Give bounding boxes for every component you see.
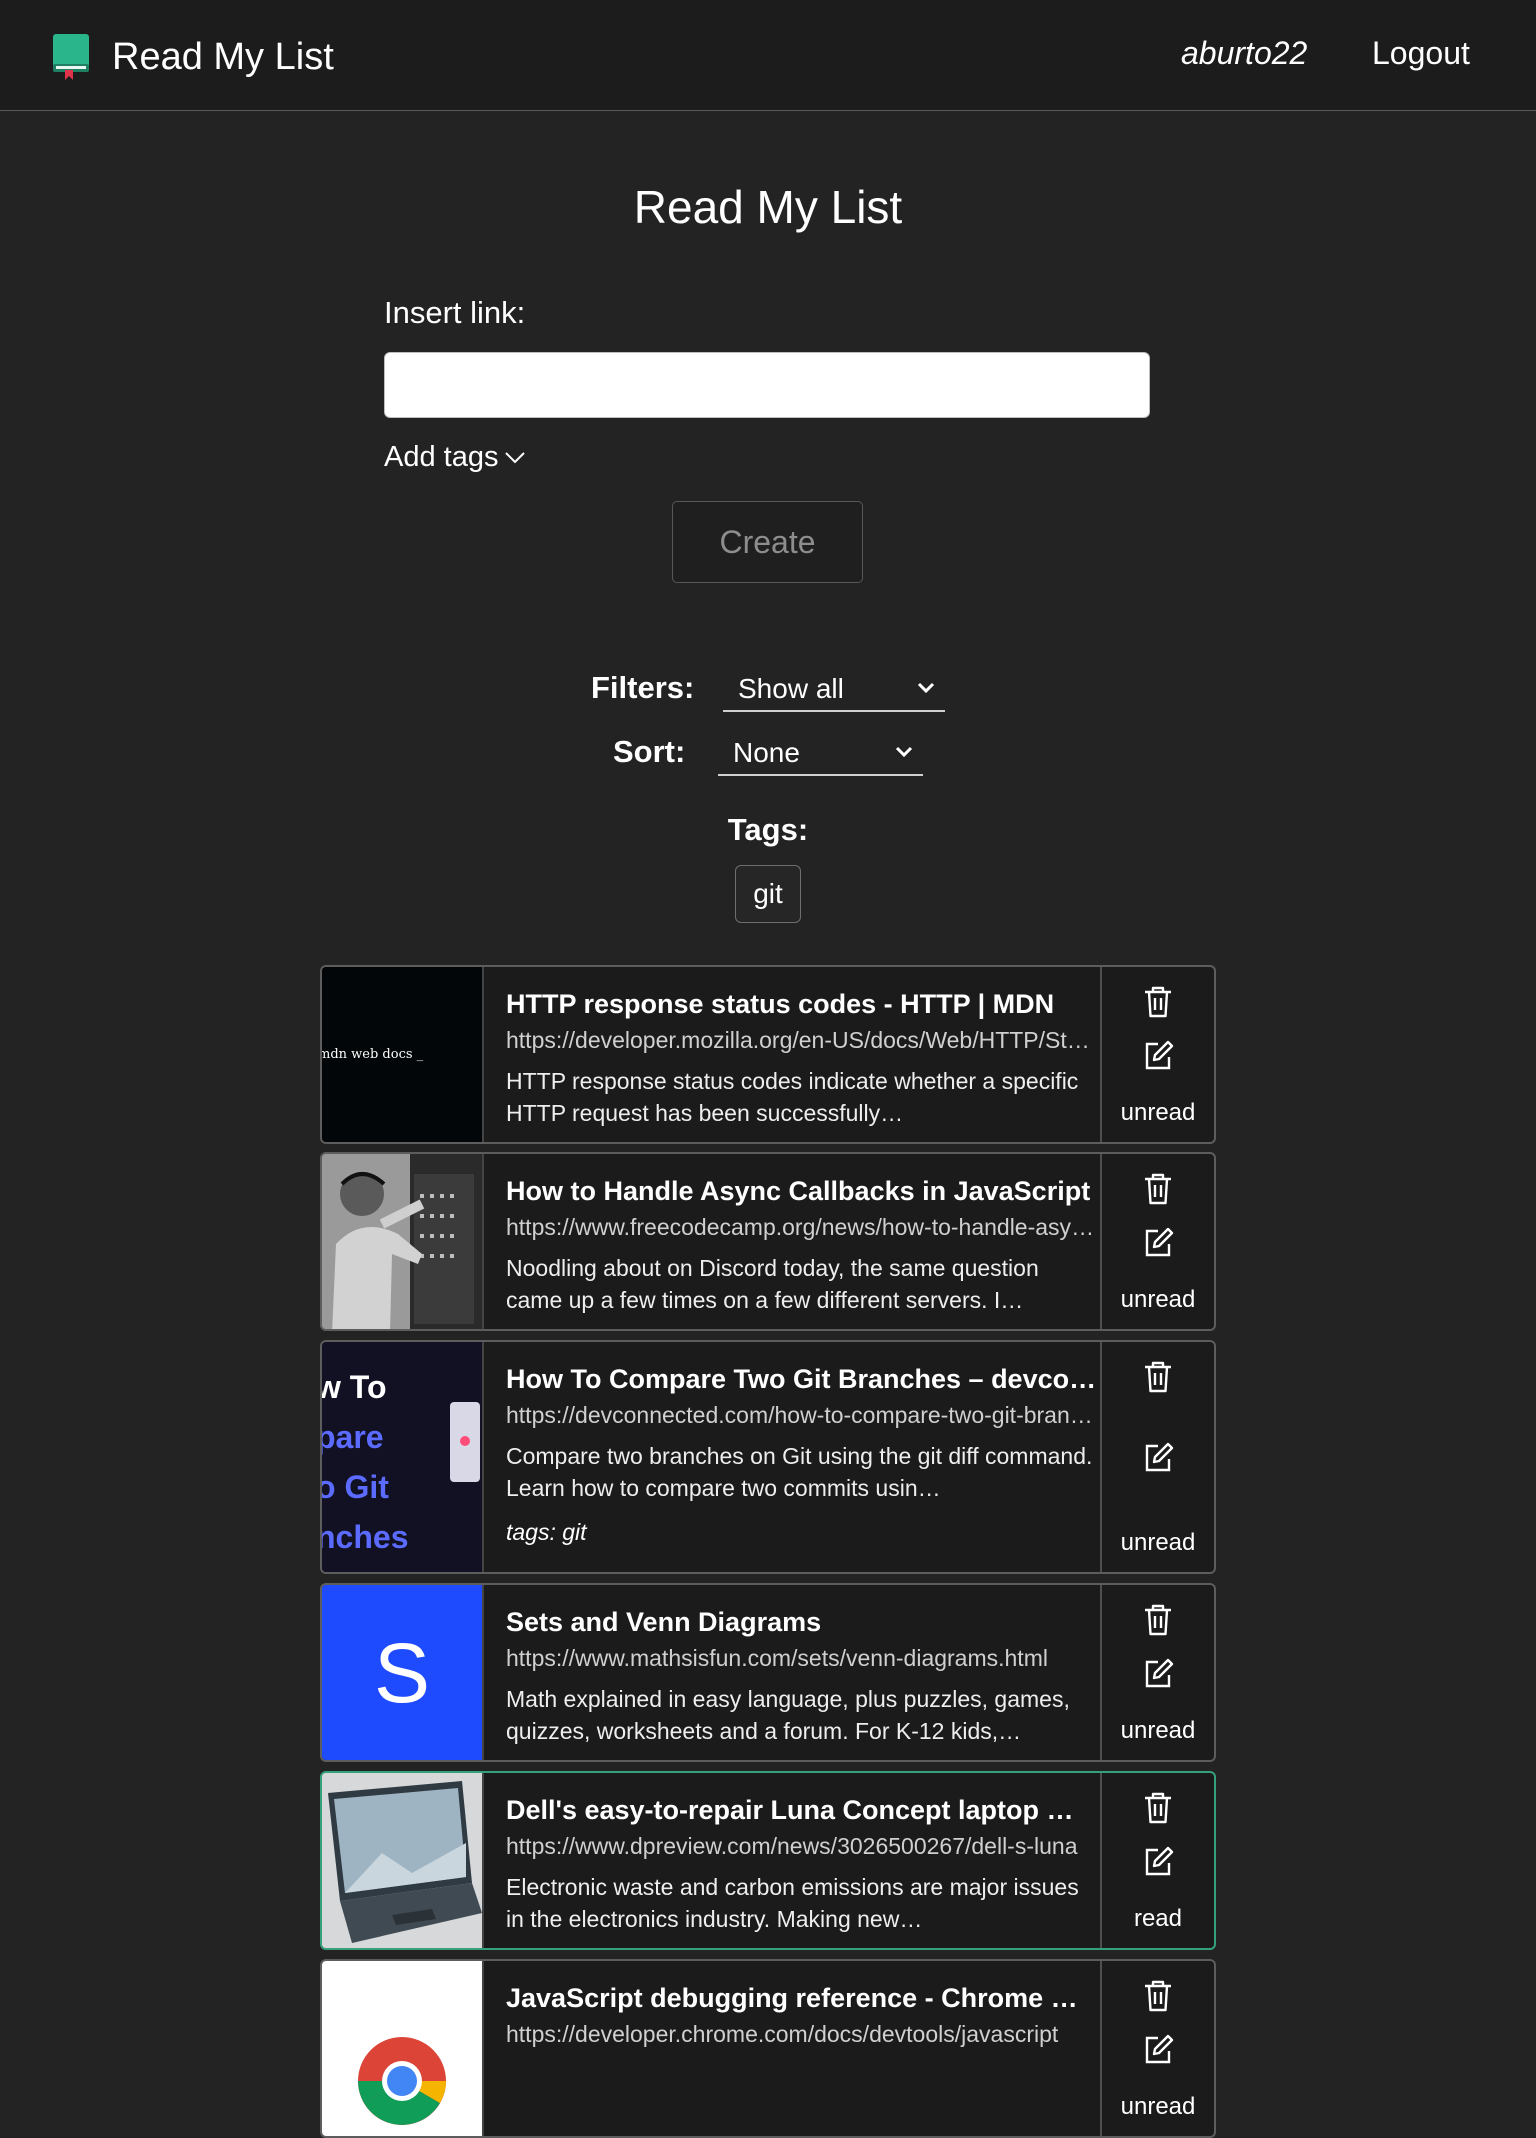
link-card: How to Handle Async Callbacks in JavaScr…	[320, 1152, 1216, 1331]
link-card: JavaScript debugging reference - Chrome …	[320, 1959, 1216, 2138]
card-url[interactable]: https://developer.chrome.com/docs/devtoo…	[506, 2021, 1099, 2048]
card-description: HTTP response status codes indicate whet…	[506, 1068, 1079, 1126]
thumbnail-text-line: pare	[322, 1419, 384, 1455]
thumbnail-letter: S	[373, 1626, 431, 1720]
thumbnail-photo	[322, 1154, 482, 1329]
link-card: w To pare o Git nches How To Compare Two…	[320, 1340, 1216, 1574]
card-url[interactable]: https://devconnected.com/how-to-compare-…	[506, 1402, 1099, 1429]
card-description: Compare two branches on Git using the gi…	[506, 1443, 1093, 1501]
edit-icon[interactable]	[1142, 1845, 1174, 1879]
card-title-link[interactable]: Dell's easy-to-repair Luna Concept lapto…	[506, 1795, 1099, 1826]
card-description: Noodling about on Discord today, the sam…	[506, 1255, 1039, 1313]
read-status-toggle[interactable]: unread	[1102, 1286, 1214, 1314]
logout-link[interactable]: Logout	[1372, 35, 1470, 72]
thumbnail: mdn web docs _	[322, 967, 484, 1142]
username-link[interactable]: aburto22	[1181, 35, 1307, 72]
tags-label: Tags:	[727, 812, 809, 847]
edit-icon[interactable]	[1142, 1226, 1174, 1260]
trash-icon[interactable]	[1142, 1603, 1174, 1637]
link-input[interactable]	[384, 352, 1150, 418]
thumbnail-text: w To pare o Git nches	[322, 1362, 408, 1562]
thumbnail	[322, 1154, 484, 1329]
card-title-link[interactable]: Sets and Venn Diagrams	[506, 1607, 1099, 1638]
card-description	[506, 2059, 1099, 2123]
sort-select[interactable]: None	[718, 732, 923, 776]
card-description: Electronic waste and carbon emissions ar…	[506, 1874, 1079, 1932]
read-status-toggle[interactable]: unread	[1102, 1717, 1214, 1745]
edit-icon[interactable]	[1142, 2033, 1174, 2067]
filters-select[interactable]: Show all	[723, 668, 945, 712]
card-actions: read	[1100, 1773, 1214, 1948]
thumbnail	[322, 1773, 484, 1948]
card-title-link[interactable]: HTTP response status codes - HTTP | MDN	[506, 989, 1099, 1020]
card-actions: unread	[1100, 1585, 1214, 1760]
navbar: Read My List aburto22 Logout	[0, 0, 1536, 111]
thumbnail-photo	[322, 1773, 482, 1948]
edit-icon[interactable]	[1142, 1657, 1174, 1691]
chevron-down-icon	[917, 682, 935, 694]
filters-label: Filters:	[591, 670, 695, 705]
link-card: Dell's easy-to-repair Luna Concept lapto…	[320, 1771, 1216, 1950]
thumbnail-text-line: nches	[322, 1519, 409, 1555]
card-tags: tags: git	[506, 1519, 587, 1545]
read-status-toggle[interactable]: unread	[1102, 1529, 1214, 1557]
thumbnail-text-line: o Git	[322, 1469, 389, 1505]
thumbnail-text-line: w To	[322, 1369, 387, 1405]
read-status-toggle[interactable]: read	[1102, 1905, 1214, 1933]
thumbnail: w To pare o Git nches	[322, 1342, 484, 1572]
card-actions: unread	[1100, 967, 1214, 1142]
card-url[interactable]: https://www.dpreview.com/news/3026500267…	[506, 1833, 1099, 1860]
link-card: mdn web docs _ HTTP response status code…	[320, 965, 1216, 1144]
trash-icon[interactable]	[1142, 1791, 1174, 1825]
sort-select-value: None	[733, 737, 800, 768]
page-title: Read My List	[633, 181, 903, 233]
card-description: Math explained in easy language, plus pu…	[506, 1686, 1070, 1744]
filters-select-value: Show all	[738, 673, 844, 704]
trash-icon[interactable]	[1142, 985, 1174, 1019]
sort-label: Sort:	[613, 734, 686, 769]
edit-icon[interactable]	[1142, 1039, 1174, 1073]
tag-filter-git[interactable]: git	[735, 865, 801, 923]
add-tags-toggle[interactable]: Add tags	[384, 441, 526, 474]
thumbnail	[322, 1961, 484, 2136]
card-url[interactable]: https://developer.mozilla.org/en-US/docs…	[506, 1027, 1099, 1054]
chevron-down-icon	[895, 746, 913, 758]
trash-icon[interactable]	[1142, 1360, 1174, 1394]
insert-link-label: Insert link:	[384, 295, 526, 330]
book-icon	[52, 34, 90, 80]
read-status-toggle[interactable]: unread	[1102, 2093, 1214, 2121]
device-graphic	[450, 1402, 480, 1482]
card-actions: unread	[1100, 1342, 1214, 1572]
card-actions: unread	[1100, 1961, 1214, 2136]
brand-title: Read My List	[112, 35, 334, 78]
thumbnail: S	[322, 1585, 484, 1760]
read-status-toggle[interactable]: unread	[1102, 1099, 1214, 1127]
trash-icon[interactable]	[1142, 1172, 1174, 1206]
chrome-logo-icon	[358, 2037, 446, 2125]
thumbnail-text: mdn web docs _	[322, 1047, 424, 1062]
card-title-link[interactable]: JavaScript debugging reference - Chrome …	[506, 1983, 1099, 2014]
trash-icon[interactable]	[1142, 1979, 1174, 2013]
create-button[interactable]: Create	[672, 501, 863, 583]
brand[interactable]: Read My List	[52, 34, 334, 80]
edit-icon[interactable]	[1142, 1441, 1174, 1475]
add-tags-label: Add tags	[384, 441, 499, 473]
card-title-link[interactable]: How to Handle Async Callbacks in JavaScr…	[506, 1176, 1099, 1207]
card-url[interactable]: https://www.freecodecamp.org/news/how-to…	[506, 1214, 1099, 1241]
card-title-link[interactable]: How To Compare Two Git Branches – devcon…	[506, 1364, 1099, 1395]
card-actions: unread	[1100, 1154, 1214, 1329]
link-card: S Sets and Venn Diagrams https://www.mat…	[320, 1583, 1216, 1762]
card-url[interactable]: https://www.mathsisfun.com/sets/venn-dia…	[506, 1645, 1099, 1672]
chevron-down-icon	[505, 451, 526, 463]
